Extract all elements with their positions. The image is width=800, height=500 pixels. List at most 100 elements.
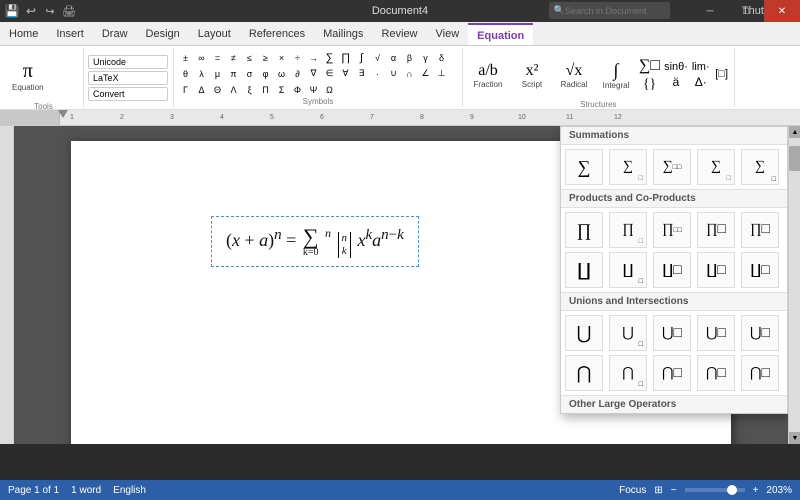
prod-limits1[interactable]: ∏□ xyxy=(697,212,735,248)
union-3[interactable]: ⋃□ xyxy=(697,315,735,351)
sym-perp[interactable]: ⊥ xyxy=(434,66,449,81)
sym-sqrt[interactable]: √ xyxy=(370,50,385,65)
print-icon[interactable]: 🖨 xyxy=(61,3,77,19)
sym-inf[interactable]: ∞ xyxy=(194,50,209,65)
maximize-button[interactable]: □ xyxy=(728,0,764,22)
search-input[interactable] xyxy=(565,6,665,16)
sym-leq[interactable]: ≤ xyxy=(242,50,257,65)
sym-forall[interactable]: ∀ xyxy=(338,66,353,81)
redo-icon[interactable]: ↪ xyxy=(42,3,58,19)
union-sub[interactable]: ⋃□ xyxy=(609,315,647,351)
tab-view[interactable]: View xyxy=(427,23,469,45)
close-button[interactable]: ✕ xyxy=(764,0,800,22)
scroll-thumb[interactable] xyxy=(789,146,800,171)
coprod-sub[interactable]: ∐□ xyxy=(609,252,647,288)
sym-phi[interactable]: φ xyxy=(258,66,273,81)
fraction-button[interactable]: a/b Fraction xyxy=(467,50,509,100)
scroll-thumb-down[interactable]: ▼ xyxy=(789,432,800,444)
accent-button[interactable]: ä xyxy=(664,75,688,89)
sum-sub[interactable]: ∑□ xyxy=(609,149,647,185)
sym-Phi[interactable]: Φ xyxy=(290,82,305,97)
sym-prod[interactable]: ∏ xyxy=(338,50,353,65)
minimize-button[interactable]: ─ xyxy=(692,0,728,22)
sym-Pi-big[interactable]: Π xyxy=(258,82,273,97)
save-icon[interactable]: 💾 xyxy=(4,3,20,19)
sum-limits1[interactable]: ∑□ xyxy=(697,149,735,185)
coprod-subsup[interactable]: ∐□ xyxy=(653,252,691,288)
prod-subsup[interactable]: ∏□□ xyxy=(653,212,691,248)
matrix-button[interactable]: [□] xyxy=(714,68,730,80)
tab-equation[interactable]: Equation xyxy=(468,23,533,45)
sym-cap[interactable]: ∩ xyxy=(402,66,417,81)
sym-Psi[interactable]: Ψ xyxy=(306,82,321,97)
sum-plain[interactable]: ∑ xyxy=(565,149,603,185)
sym-rightarrow[interactable]: → xyxy=(306,50,321,65)
equation-button[interactable]: π Equation xyxy=(8,50,48,102)
sym-partial[interactable]: ∂ xyxy=(290,66,305,81)
function-button[interactable]: sinθ· xyxy=(664,61,688,73)
sym-beta[interactable]: β xyxy=(402,50,417,65)
zoom-out-btn[interactable]: − xyxy=(671,485,677,496)
focus-btn[interactable]: Focus xyxy=(619,485,646,496)
sym-Omega-big[interactable]: Ω xyxy=(322,82,337,97)
prod-limits2[interactable]: ∏□ xyxy=(741,212,779,248)
sym-pm[interactable]: ± xyxy=(178,50,193,65)
sym-exists[interactable]: ∃ xyxy=(354,66,369,81)
equation-container[interactable]: (x + a)n = ∑ k=0 n n k xyxy=(211,216,419,267)
latex-button[interactable]: LaTeX xyxy=(88,71,168,85)
sym-delta[interactable]: δ xyxy=(434,50,449,65)
tab-insert[interactable]: Insert xyxy=(47,23,93,45)
window-controls[interactable]: ─ □ ✕ xyxy=(692,0,800,22)
sym-int[interactable]: ∫ xyxy=(354,50,369,65)
script-button[interactable]: x² Script xyxy=(513,50,551,100)
sym-Sigma-big[interactable]: Σ xyxy=(274,82,289,97)
prod-sub[interactable]: ∏□ xyxy=(609,212,647,248)
layout-icon[interactable]: ⊞ xyxy=(654,485,662,496)
scroll-thumb-up[interactable]: ▲ xyxy=(789,126,800,138)
sum-subsup[interactable]: ∑□□ xyxy=(653,149,691,185)
inter-plain[interactable]: ⋂ xyxy=(565,355,603,391)
prod-plain[interactable]: ∏ xyxy=(565,212,603,248)
sym-Lambda-big[interactable]: Λ xyxy=(226,82,241,97)
union-subsup[interactable]: ⋃□ xyxy=(653,315,691,351)
coprod-3[interactable]: ∐□ xyxy=(697,252,735,288)
inter-subsup[interactable]: ⋂□ xyxy=(653,355,691,391)
coprod-plain[interactable]: ∐ xyxy=(565,252,603,288)
radical-button[interactable]: √x Radical xyxy=(555,50,593,100)
vertical-scrollbar[interactable]: ▲ ▼ xyxy=(788,126,800,444)
tab-references[interactable]: References xyxy=(240,23,314,45)
inter-sub[interactable]: ⋂□ xyxy=(609,355,647,391)
sym-times[interactable]: × xyxy=(274,50,289,65)
large-operator-button[interactable]: ∑□ xyxy=(639,57,660,75)
inter-4[interactable]: ⋂□ xyxy=(741,355,779,391)
zoom-slider[interactable] xyxy=(685,488,745,492)
integral-button[interactable]: ∫ Integral xyxy=(597,50,635,100)
unicode-button[interactable]: Unicode xyxy=(88,55,168,69)
sym-neq[interactable]: ≠ xyxy=(226,50,241,65)
tab-review[interactable]: Review xyxy=(372,23,426,45)
sym-gamma[interactable]: γ xyxy=(418,50,433,65)
sym-xi[interactable]: ξ xyxy=(242,82,257,97)
sym-cdot[interactable]: · xyxy=(370,66,385,81)
tab-layout[interactable]: Layout xyxy=(189,23,240,45)
zoom-in-btn[interactable]: + xyxy=(753,485,759,496)
operator-button[interactable]: Δ· xyxy=(692,75,710,89)
convert-button[interactable]: Convert xyxy=(88,87,168,101)
sym-theta[interactable]: θ xyxy=(178,66,193,81)
sym-Theta[interactable]: Θ xyxy=(210,82,225,97)
coprod-4[interactable]: ∐□ xyxy=(741,252,779,288)
sym-sigma-g[interactable]: σ xyxy=(242,66,257,81)
tab-home[interactable]: Home xyxy=(0,23,47,45)
sym-lambda[interactable]: λ xyxy=(194,66,209,81)
undo-icon[interactable]: ↩ xyxy=(23,3,39,19)
sym-alpha[interactable]: α xyxy=(386,50,401,65)
sym-Delta[interactable]: Δ xyxy=(194,82,209,97)
limit-button[interactable]: lim· xyxy=(692,61,710,73)
union-4[interactable]: ⋃□ xyxy=(741,315,779,351)
tab-design[interactable]: Design xyxy=(137,23,189,45)
search-box[interactable]: 🔍 xyxy=(549,2,670,19)
sym-cup[interactable]: ∪ xyxy=(386,66,401,81)
sym-nabla[interactable]: ∇ xyxy=(306,66,321,81)
sym-div[interactable]: ÷ xyxy=(290,50,305,65)
sym-eq[interactable]: = xyxy=(210,50,225,65)
